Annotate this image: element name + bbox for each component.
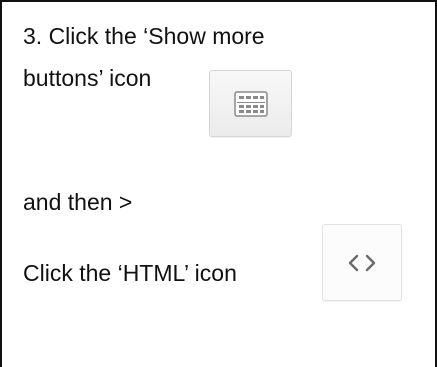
- instruction-connector: and then >: [23, 189, 133, 215]
- instruction-step-title: 3. Click the ‘Show more: [23, 23, 265, 49]
- html-button[interactable]: [322, 224, 402, 301]
- show-more-buttons-button[interactable]: [209, 70, 292, 137]
- instruction-step-target: buttons’ icon: [23, 65, 152, 91]
- instruction-html-step: Click the ‘HTML’ icon: [23, 260, 237, 286]
- instruction-panel: 3. Click the ‘Show more buttons’ icon an…: [0, 0, 437, 367]
